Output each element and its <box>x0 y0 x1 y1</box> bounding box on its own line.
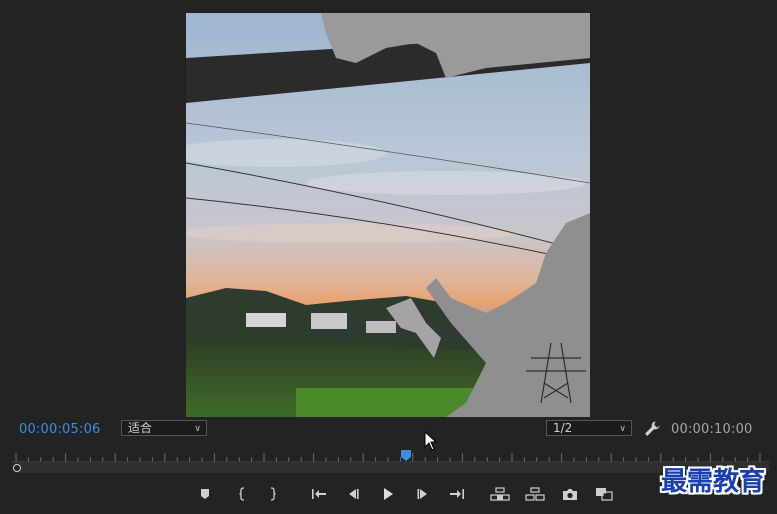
go-to-in-icon[interactable] <box>309 484 329 504</box>
zoom-scrollbar-handle[interactable] <box>13 464 21 472</box>
zoom-level-value: 适合 <box>128 421 153 435</box>
playhead[interactable] <box>400 449 412 462</box>
add-marker-icon[interactable] <box>195 484 215 504</box>
chevron-down-icon: ∨ <box>619 424 626 434</box>
playback-resolution-select[interactable]: 1/2 ∨ <box>546 420 632 436</box>
time-ruler[interactable] <box>12 449 770 463</box>
preview-frame-image <box>186 13 590 417</box>
video-preview[interactable] <box>186 13 590 417</box>
mark-out-icon[interactable] <box>263 484 283 504</box>
zoom-level-select[interactable]: 适合 ∨ <box>121 420 207 436</box>
chevron-down-icon: ∨ <box>194 424 201 434</box>
mark-in-icon[interactable] <box>232 484 252 504</box>
step-back-icon[interactable] <box>343 484 363 504</box>
go-to-out-icon[interactable] <box>447 484 467 504</box>
comparison-view-icon[interactable] <box>594 484 614 504</box>
current-timecode[interactable]: 00:00:05:06 <box>19 422 101 437</box>
lift-icon[interactable] <box>490 484 510 504</box>
extract-icon[interactable] <box>525 484 545 504</box>
program-monitor: 00:00:05:06 适合 ∨ 1/2 ∨ 00:00:10:00 最需教育 <box>0 0 777 514</box>
watermark-logo: 最需教育 <box>660 467 765 497</box>
playback-resolution-value: 1/2 <box>553 421 573 435</box>
play-icon[interactable] <box>378 484 398 504</box>
wrench-icon[interactable] <box>643 420 661 438</box>
mouse-cursor-icon <box>424 431 438 451</box>
step-forward-icon[interactable] <box>413 484 433 504</box>
duration-timecode: 00:00:10:00 <box>671 422 753 437</box>
camera-icon[interactable] <box>560 484 580 504</box>
